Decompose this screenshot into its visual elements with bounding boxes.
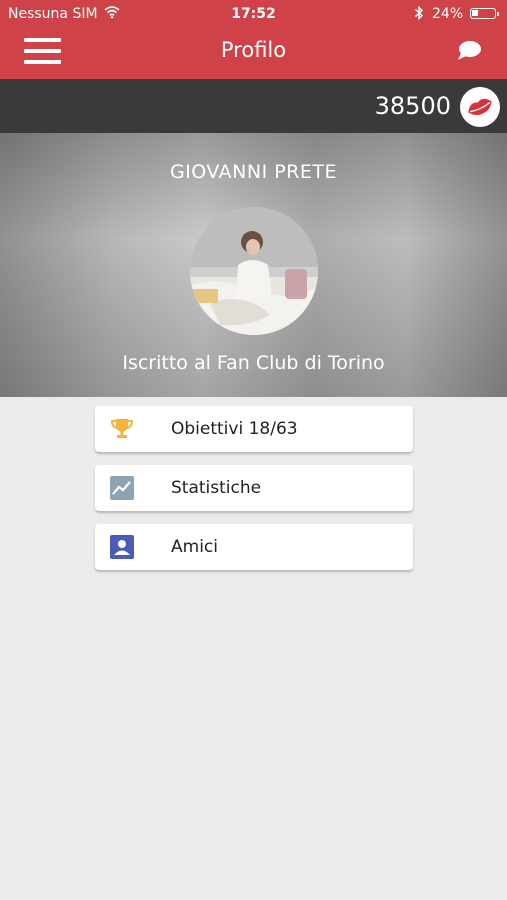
battery-percent: 24% bbox=[432, 6, 464, 22]
clock: 17:52 bbox=[231, 6, 276, 22]
chart-icon bbox=[109, 476, 135, 500]
chat-bubble-icon[interactable] bbox=[456, 40, 484, 64]
avatar[interactable] bbox=[190, 207, 318, 335]
trophy-icon bbox=[109, 417, 135, 441]
points-value: 38500 bbox=[374, 92, 451, 120]
friends-label: Amici bbox=[171, 537, 218, 557]
goals-card[interactable]: Obiettivi 18/63 bbox=[95, 406, 413, 452]
top-bar: Nessuna SIM 17:52 24% Profilo bbox=[0, 0, 507, 79]
battery-icon bbox=[470, 8, 499, 19]
profile-name: GIOVANNI PRETE bbox=[169, 161, 338, 183]
statistics-label: Statistiche bbox=[171, 478, 262, 498]
statistics-card[interactable]: Statistiche bbox=[95, 465, 413, 511]
fan-club-subscription: Iscritto al Fan Club di Torino bbox=[122, 352, 385, 374]
bluetooth-icon bbox=[414, 5, 424, 25]
kiss-lips-icon[interactable] bbox=[460, 87, 500, 127]
page-title: Profilo bbox=[220, 38, 287, 62]
friends-card[interactable]: Amici bbox=[95, 524, 413, 570]
points-bar: 38500 bbox=[0, 79, 507, 133]
goals-label: Obiettivi 18/63 bbox=[171, 419, 298, 439]
profile-header: GIOVANNI PRETE Iscritto al Fan Club di T… bbox=[0, 133, 507, 397]
status-bar: Nessuna SIM 17:52 24% bbox=[0, 0, 507, 28]
contact-icon bbox=[109, 535, 135, 559]
